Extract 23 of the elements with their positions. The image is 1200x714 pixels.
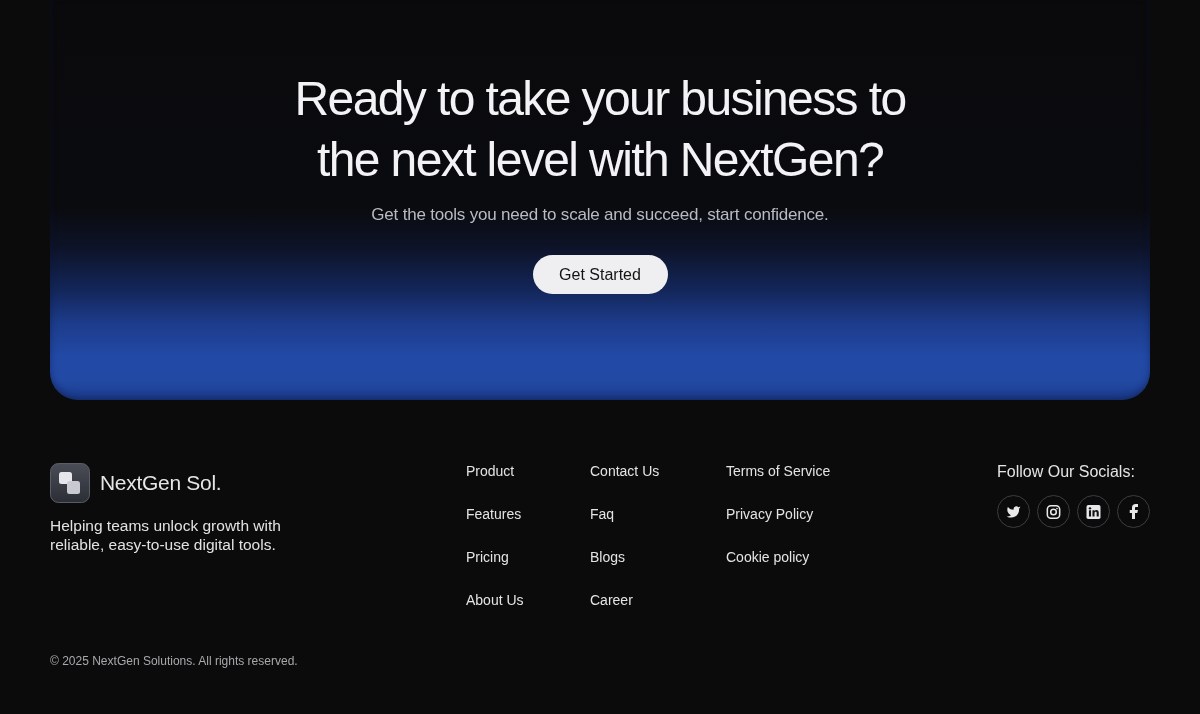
- facebook-icon: [1129, 504, 1138, 519]
- brand-name: NextGen Sol.: [100, 471, 222, 495]
- footer-link[interactable]: Features: [466, 506, 522, 522]
- footer-link[interactable]: Cookie policy: [726, 549, 810, 565]
- cta-subtitle: Get the tools you need to scale and succeed, start confidence.: [371, 205, 829, 225]
- footer-link[interactable]: Product: [466, 463, 515, 479]
- brand-tagline: Helping teams unlock growth with reliable, easy-to-use digital tools.: [50, 516, 282, 554]
- footer-link[interactable]: Terms of Service: [726, 463, 831, 479]
- linkedin-icon: [1086, 504, 1101, 519]
- cta-heading: Ready to take your business to the next level with NextGen?: [293, 71, 907, 188]
- twitter-icon: [1006, 504, 1021, 519]
- footer-link[interactable]: Privacy Policy: [726, 506, 814, 522]
- get-started-button[interactable]: Get Started: [532, 255, 668, 294]
- copyright-text: © 2025 NextGen Solutions. All rights reserved.: [50, 654, 299, 668]
- socials-heading: Follow Our Socials:: [997, 463, 1135, 481]
- footer-link[interactable]: Faq: [590, 506, 615, 522]
- footer-link[interactable]: Blogs: [590, 549, 626, 565]
- footer-link[interactable]: Contact Us: [590, 463, 660, 479]
- footer-link[interactable]: Pricing: [466, 549, 509, 565]
- instagram-icon: [1046, 504, 1061, 519]
- footer-link[interactable]: About Us: [466, 592, 524, 608]
- logo-icon: [50, 463, 90, 503]
- footer-link[interactable]: Career: [590, 592, 633, 608]
